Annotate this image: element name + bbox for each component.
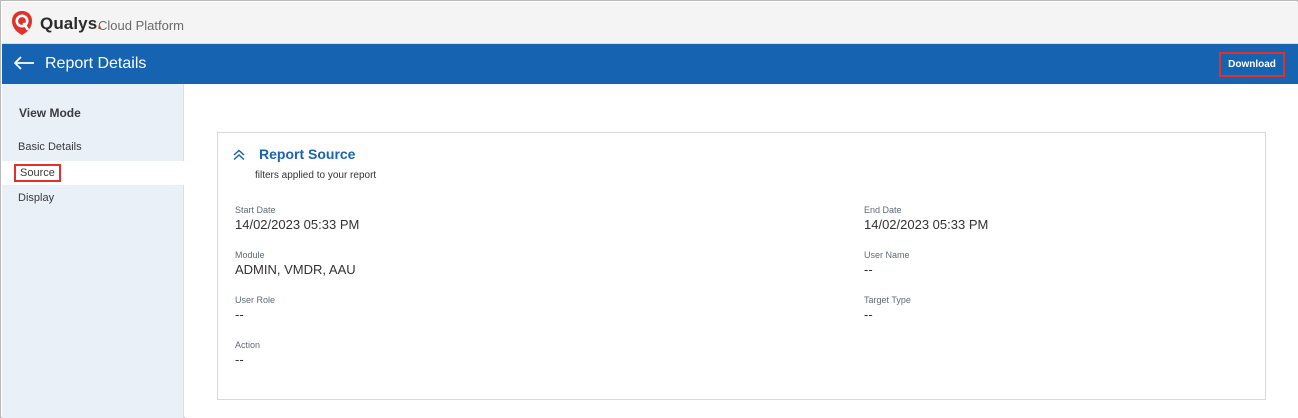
field-label: End Date <box>864 205 902 215</box>
brand-bar: Qualys. Cloud Platform <box>2 2 1298 44</box>
section-subtitle: filters applied to your report <box>255 170 377 181</box>
field-label: Start Date <box>235 205 276 215</box>
report-source-card: Report Source filters applied to your re… <box>217 132 1266 400</box>
field-module: Module ADMIN, VMDR, AAU <box>235 250 356 277</box>
field-label: User Role <box>235 295 276 305</box>
field-end-date: End Date 14/02/2023 05:33 PM <box>864 205 988 232</box>
sidebar-item-source[interactable]: Source <box>2 161 184 185</box>
field-value: ADMIN, VMDR, AAU <box>235 262 356 277</box>
section-title: Report Source <box>259 146 356 162</box>
field-value: -- <box>864 262 873 277</box>
qualys-shield-icon <box>12 11 32 35</box>
field-action: Action -- <box>235 340 260 367</box>
arrow-left-icon[interactable] <box>12 54 36 72</box>
field-label: User Name <box>864 250 910 260</box>
sidebar: View Mode Basic Details Source Display <box>2 84 184 418</box>
main-content: Report Source filters applied to your re… <box>185 84 1298 418</box>
sidebar-item-basic-details[interactable]: Basic Details <box>2 136 184 160</box>
sidebar-item-label: Display <box>18 192 55 204</box>
sidebar-item-label: Source <box>14 164 61 182</box>
sidebar-item-label: Basic Details <box>18 141 82 153</box>
field-value: -- <box>235 307 244 322</box>
field-label: Action <box>235 340 261 350</box>
sidebar-item-display[interactable]: Display <box>2 187 184 211</box>
page-header: Report Details Download <box>2 44 1298 84</box>
brand-subtitle: Cloud Platform <box>98 18 184 33</box>
brand-name: Qualys. <box>40 14 103 33</box>
sidebar-heading: View Mode <box>19 106 81 120</box>
chevron-double-up-icon[interactable] <box>232 149 246 161</box>
page-title: Report Details <box>45 55 147 72</box>
field-target-type: Target Type -- <box>864 295 911 322</box>
field-value: 14/02/2023 05:33 PM <box>864 217 989 232</box>
field-value: -- <box>864 307 873 322</box>
download-button[interactable]: Download <box>1219 52 1285 77</box>
field-value: -- <box>235 352 244 367</box>
app-window: Qualys. Cloud Platform Report Details Do… <box>0 0 1298 418</box>
field-user-role: User Role -- <box>235 295 275 322</box>
field-start-date: Start Date 14/02/2023 05:33 PM <box>235 205 359 232</box>
field-label: Module <box>235 250 265 260</box>
field-value: 14/02/2023 05:33 PM <box>235 217 360 232</box>
field-label: Target Type <box>864 295 911 305</box>
field-user-name: User Name -- <box>864 250 910 277</box>
